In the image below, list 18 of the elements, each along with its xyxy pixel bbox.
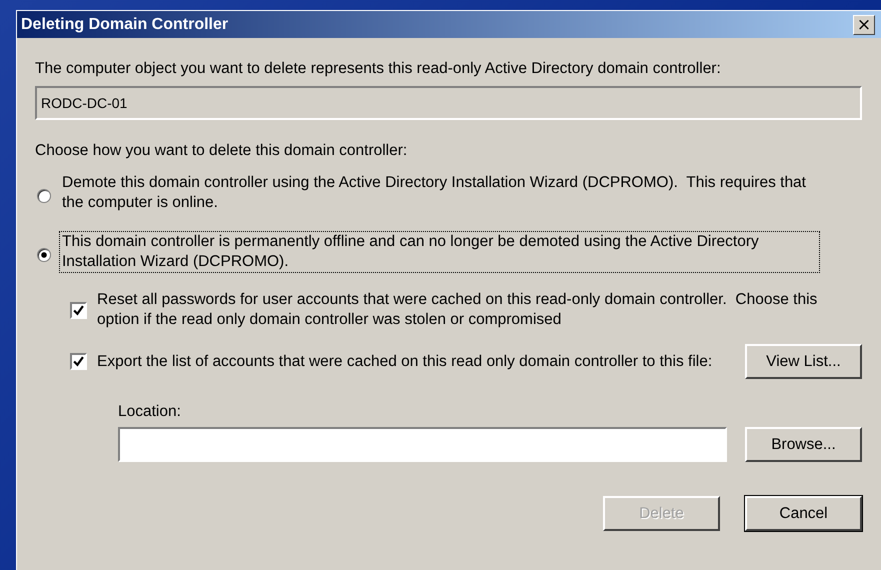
location-label: Location: xyxy=(118,403,182,421)
option-label[interactable]: This domain controller is permanently offline and can no longer be demoted using the Active Directory Installation Wizard (DCPROMO). xyxy=(59,231,820,273)
option-label[interactable]: Demote this domain controller using the Active Directory Installation Wizard (DCPROMO). This requires that the computer is online. xyxy=(59,172,820,214)
checkbox-label[interactable]: Export the list of accounts that were cached on this read only domain controller to this file: xyxy=(97,352,717,372)
checkbox[interactable] xyxy=(70,302,87,318)
checkbox-label[interactable]: Reset all passwords for user accounts that were cached on this read-only domain controller. Choose this option if the read only domain controller was stolen or compromised xyxy=(97,290,852,330)
location-field[interactable] xyxy=(118,427,727,462)
radio-button[interactable] xyxy=(37,248,51,262)
radio-button[interactable] xyxy=(37,189,51,203)
prompt-text: Choose how you want to delete this domain controller: xyxy=(35,142,408,160)
checkbox[interactable] xyxy=(70,353,87,370)
window-title: Deleting Domain Controller xyxy=(21,16,228,34)
browse-button[interactable]: Browse... xyxy=(745,427,862,462)
computer-name-field[interactable]: RODC-DC-01 xyxy=(35,86,862,120)
cancel-button[interactable]: Cancel xyxy=(745,496,862,531)
view-list-button[interactable]: View List... xyxy=(745,344,862,379)
prompt-text: The computer object you want to delete represents this read-only Active Directory domain controller: xyxy=(35,60,722,78)
close-button[interactable]: × xyxy=(853,14,875,34)
